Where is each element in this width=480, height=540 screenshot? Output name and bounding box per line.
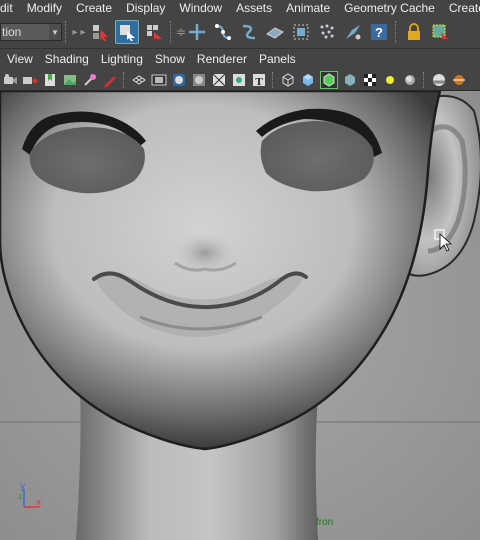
- safe-title-icon[interactable]: T: [251, 72, 267, 88]
- panel-toolbar: T: [0, 69, 480, 91]
- shadows-icon[interactable]: [402, 72, 418, 88]
- select-surface-icon[interactable]: [264, 21, 286, 43]
- panel-menu-show[interactable]: Show: [148, 52, 190, 66]
- menu-display[interactable]: Display: [120, 1, 173, 15]
- select-by-object-icon[interactable]: [115, 20, 139, 44]
- collapse-arrow-icon[interactable]: ▸: [71, 27, 79, 38]
- viewport-3d[interactable]: y z x: [0, 91, 480, 540]
- select-curve-icon[interactable]: [238, 21, 260, 43]
- ambient-occlusion-icon[interactable]: [451, 72, 467, 88]
- toolbar-divider: [423, 71, 426, 88]
- expand-arrow-icon[interactable]: ≑: [176, 25, 186, 39]
- svg-text:?: ?: [375, 25, 383, 40]
- chevron-down-icon: ▼: [49, 24, 61, 40]
- axis-y-label: y: [20, 482, 26, 492]
- select-by-hierarchy-icon[interactable]: [89, 21, 111, 43]
- toolbar-divider: [395, 21, 398, 43]
- panel-menu-view[interactable]: View: [0, 52, 38, 66]
- grease-pencil-icon[interactable]: [102, 72, 118, 88]
- panel-menubar: View Shading Lighting Show Renderer Pane…: [0, 49, 480, 69]
- toolbar-divider: [170, 21, 173, 43]
- menu-window[interactable]: Window: [173, 1, 230, 15]
- wireframe-on-shaded-icon[interactable]: [320, 70, 338, 89]
- field-chart-icon[interactable]: [211, 72, 227, 88]
- select-misc-icon[interactable]: ?: [368, 21, 390, 43]
- main-menubar: dit Modify Create Display Window Assets …: [0, 0, 480, 16]
- status-line-toolbar: tion ▼ ▸ ▸ ≑ ?: [0, 16, 480, 49]
- select-param-points-icon[interactable]: [212, 21, 234, 43]
- axis-z-label: z: [18, 492, 22, 501]
- camera-attributes-icon[interactable]: [22, 72, 38, 88]
- panel-menu-lighting[interactable]: Lighting: [94, 52, 148, 66]
- select-camera-icon[interactable]: [2, 72, 18, 88]
- collapse-arrow-icon[interactable]: ▸: [79, 27, 87, 38]
- axis-x-label: x: [36, 498, 42, 508]
- select-deformation-icon[interactable]: [290, 21, 312, 43]
- menu-create[interactable]: Create: [70, 1, 120, 15]
- resolution-gate-icon[interactable]: [171, 72, 187, 88]
- highlight-selection-icon[interactable]: [429, 21, 451, 43]
- toolbar-divider: [272, 71, 275, 88]
- textured-icon[interactable]: [362, 72, 378, 88]
- smooth-shade-icon[interactable]: [300, 72, 316, 88]
- select-rendering-icon[interactable]: [342, 21, 364, 43]
- high-quality-icon[interactable]: [431, 72, 447, 88]
- safe-action-icon[interactable]: [231, 72, 247, 88]
- select-by-component-icon[interactable]: [143, 21, 165, 43]
- lock-icon[interactable]: [403, 21, 425, 43]
- menu-modify[interactable]: Modify: [21, 1, 70, 15]
- film-gate-icon[interactable]: [151, 72, 167, 88]
- camera-name-label: fron: [316, 517, 334, 528]
- 2d-pan-zoom-icon[interactable]: [82, 72, 98, 88]
- image-plane-icon[interactable]: [62, 72, 78, 88]
- menu-set-value: tion: [2, 25, 22, 39]
- grid-icon[interactable]: [131, 72, 147, 88]
- svg-text:T: T: [255, 76, 263, 88]
- panel-menu-panels[interactable]: Panels: [252, 52, 301, 66]
- panel-menu-renderer[interactable]: Renderer: [190, 52, 252, 66]
- bookmarks-icon[interactable]: [42, 72, 58, 88]
- wireframe-icon[interactable]: [280, 72, 296, 88]
- gate-mask-icon[interactable]: [191, 72, 207, 88]
- select-points-icon[interactable]: [186, 21, 208, 43]
- toolbar-divider: [65, 21, 68, 43]
- menu-geometry-cache[interactable]: Geometry Cache: [338, 1, 443, 15]
- toolbar-divider: [123, 71, 126, 88]
- menu-edit[interactable]: dit: [0, 1, 21, 15]
- menu-create-deformers[interactable]: Create Defor: [443, 1, 480, 15]
- viewport-canvas: y z x: [0, 91, 480, 540]
- menu-animate[interactable]: Animate: [280, 1, 338, 15]
- panel-menu-shading[interactable]: Shading: [38, 52, 94, 66]
- menu-assets[interactable]: Assets: [230, 1, 280, 15]
- select-dynamic-icon[interactable]: [316, 21, 338, 43]
- use-all-lights-icon[interactable]: [382, 72, 398, 88]
- xray-icon[interactable]: [342, 72, 358, 88]
- menu-set-select[interactable]: tion ▼: [0, 23, 62, 41]
